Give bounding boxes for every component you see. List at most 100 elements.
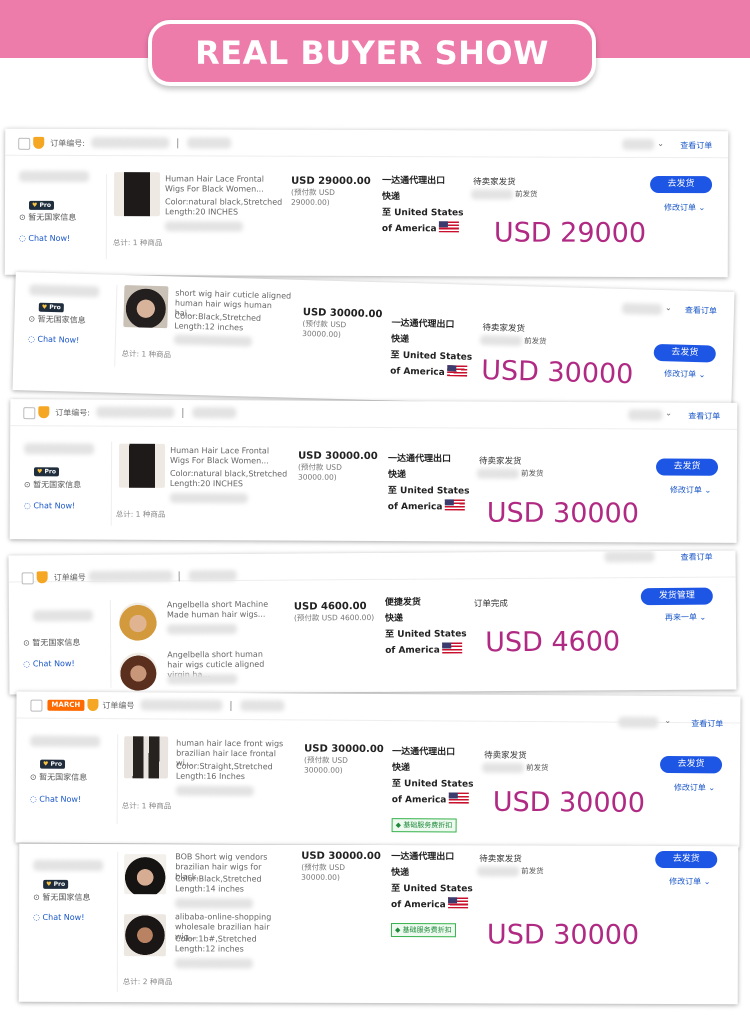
ship-deadline: [477, 866, 520, 877]
ship-deadline-suffix: 前发货: [520, 468, 544, 478]
modify-order-link[interactable]: 修改订单 ⌄: [669, 876, 710, 887]
select-checkbox[interactable]: [30, 699, 43, 712]
view-order-link[interactable]: 查看订单: [685, 305, 717, 317]
buyer-name: [628, 409, 663, 421]
ship-button[interactable]: 去发货: [659, 755, 723, 774]
divider: [105, 174, 108, 260]
modify-order-link[interactable]: 修改订单 ⌄: [664, 368, 706, 380]
modify-order-link[interactable]: 修改订单 ⌄: [670, 485, 711, 496]
chat-now-link[interactable]: ◌ Chat Now!: [30, 795, 81, 804]
view-order-link[interactable]: 查看订单: [691, 718, 723, 729]
reorder-link[interactable]: 再来一单 ⌄: [665, 612, 706, 623]
destination: 至 United States of America: [391, 779, 474, 806]
item-total: 总计: 1 种商品: [121, 801, 172, 811]
location-pin-icon: ⊙: [29, 772, 37, 782]
shipping-info: 一达通代理出口 快递 至 United States of America: [392, 744, 482, 809]
chevron-down-icon[interactable]: ⌄: [657, 139, 664, 148]
chat-now-link[interactable]: ◌ Chat Now!: [33, 913, 84, 922]
modify-order-link[interactable]: 修改订单 ⌄: [664, 202, 705, 213]
shipping-info: 便捷发货 快递 至 United States of America: [385, 594, 475, 659]
shipping-management-button[interactable]: 发货管理: [640, 587, 713, 606]
us-flag-icon: [441, 642, 462, 654]
order-date: [240, 700, 285, 712]
express-label: 快递: [382, 192, 401, 203]
ship-deadline: [479, 334, 523, 347]
chat-now-link[interactable]: ◌ Chat Now!: [19, 234, 70, 243]
ship-button[interactable]: 去发货: [653, 343, 717, 363]
buyer-name: [622, 138, 655, 151]
product-sku: [173, 334, 253, 347]
location: ⊙ 暂无国家信息: [29, 772, 88, 782]
product-title[interactable]: Human Hair Lace Frontal Wigs For Black W…: [170, 446, 278, 467]
item-total: 总计: 1 种商品: [121, 348, 172, 360]
shipping-info: 一达通代理出口 快递 至 United States of America: [391, 849, 481, 913]
chevron-down-icon: ⌄: [703, 877, 711, 887]
buyer-avatar-name: [33, 859, 104, 872]
us-flag-icon: [448, 792, 469, 804]
chevron-down-icon[interactable]: ⌄: [665, 409, 672, 418]
product-length: Length:20 INCHES: [169, 478, 244, 489]
product-image[interactable]: [123, 285, 169, 329]
order-card-6: ♥ Pro ⊙ 暂无国家信息 ◌ Chat Now! BOB Short wig…: [18, 843, 739, 1005]
product-image[interactable]: [118, 443, 166, 488]
order-header: 订单编号 查看订单: [8, 550, 736, 585]
select-checkbox[interactable]: [18, 137, 31, 150]
location: ⊙ 暂无国家信息: [18, 212, 77, 222]
chevron-down-icon[interactable]: ⌄: [664, 716, 671, 725]
product-title[interactable]: Angelbella short Machine Made human hair…: [167, 600, 279, 621]
modify-order-link[interactable]: 修改订单 ⌄: [674, 782, 715, 793]
destination: 至 United States of America: [381, 208, 464, 235]
service-discount-tag: ◆ 基础服务费折扣: [391, 818, 457, 833]
ship-deadline-suffix: 前发货: [523, 336, 547, 346]
chat-now-link[interactable]: ◌ Chat Now!: [24, 501, 75, 510]
location: ⊙ 暂无国家信息: [28, 314, 86, 325]
order-price: USD 4600.00: [293, 601, 367, 613]
chat-now-link[interactable]: ◌ Chat Now!: [23, 659, 74, 668]
product-image[interactable]: [123, 736, 169, 779]
prepayment: (预付款 USD 30000.00): [303, 755, 348, 775]
ship-button[interactable]: 去发货: [650, 175, 713, 194]
view-order-link[interactable]: 查看订单: [688, 411, 720, 422]
product-sku: [167, 673, 238, 685]
order-price: USD 30000.00: [304, 743, 384, 756]
logistics-method: 一达通代理出口: [391, 852, 455, 863]
select-checkbox[interactable]: [21, 572, 34, 585]
product-length: Length:14 inches: [175, 884, 245, 894]
destination: 至 United States of America: [391, 884, 473, 911]
order-price: USD 30000.00: [298, 450, 378, 463]
ship-button[interactable]: 去发货: [655, 458, 719, 476]
ship-deadline: [471, 189, 514, 200]
chevron-down-icon: ⌄: [698, 370, 706, 380]
order-amount: USD 29000: [493, 217, 647, 249]
order-status: 待卖家发货: [482, 323, 526, 335]
separator: [230, 700, 232, 711]
logistics-method: 一达通代理出口: [392, 747, 456, 758]
order-header: 订单编号: ⌄ 查看订单: [10, 399, 738, 430]
shield-icon: [36, 571, 48, 584]
express-label: 快递: [391, 868, 410, 879]
product-image[interactable]: [118, 602, 158, 641]
select-checkbox[interactable]: [23, 407, 36, 420]
order-status: 待卖家发货: [484, 750, 527, 762]
location: ⊙ 暂无国家信息: [33, 892, 91, 902]
banner-title: REAL BUYER SHOW: [195, 34, 549, 72]
banner: REAL BUYER SHOW: [148, 20, 596, 86]
product-title[interactable]: Human Hair Lace Frontal Wigs For Black W…: [165, 174, 273, 194]
product-image[interactable]: [119, 652, 158, 691]
shipping-info: 一达通代理出口 快递 至 United States of America: [390, 315, 482, 381]
view-order-link[interactable]: 查看订单: [680, 140, 712, 151]
location-pin-icon: ⊙: [33, 892, 40, 902]
product-image[interactable]: [123, 914, 167, 957]
view-order-link[interactable]: 查看订单: [681, 552, 713, 563]
chat-now-link[interactable]: ◌ Chat Now!: [28, 334, 80, 344]
product-image[interactable]: [124, 854, 167, 895]
ship-button[interactable]: 去发货: [655, 850, 718, 869]
chevron-down-icon: ⌄: [698, 203, 706, 213]
chevron-down-icon[interactable]: ⌄: [665, 303, 672, 312]
pro-badge: ♥ Pro: [33, 467, 59, 477]
product-color: Color:Black,Stretched: [175, 874, 262, 884]
product-image[interactable]: [113, 172, 161, 217]
us-flag-icon: [444, 499, 465, 511]
divider: [114, 284, 118, 367]
product-sku: [167, 623, 238, 635]
